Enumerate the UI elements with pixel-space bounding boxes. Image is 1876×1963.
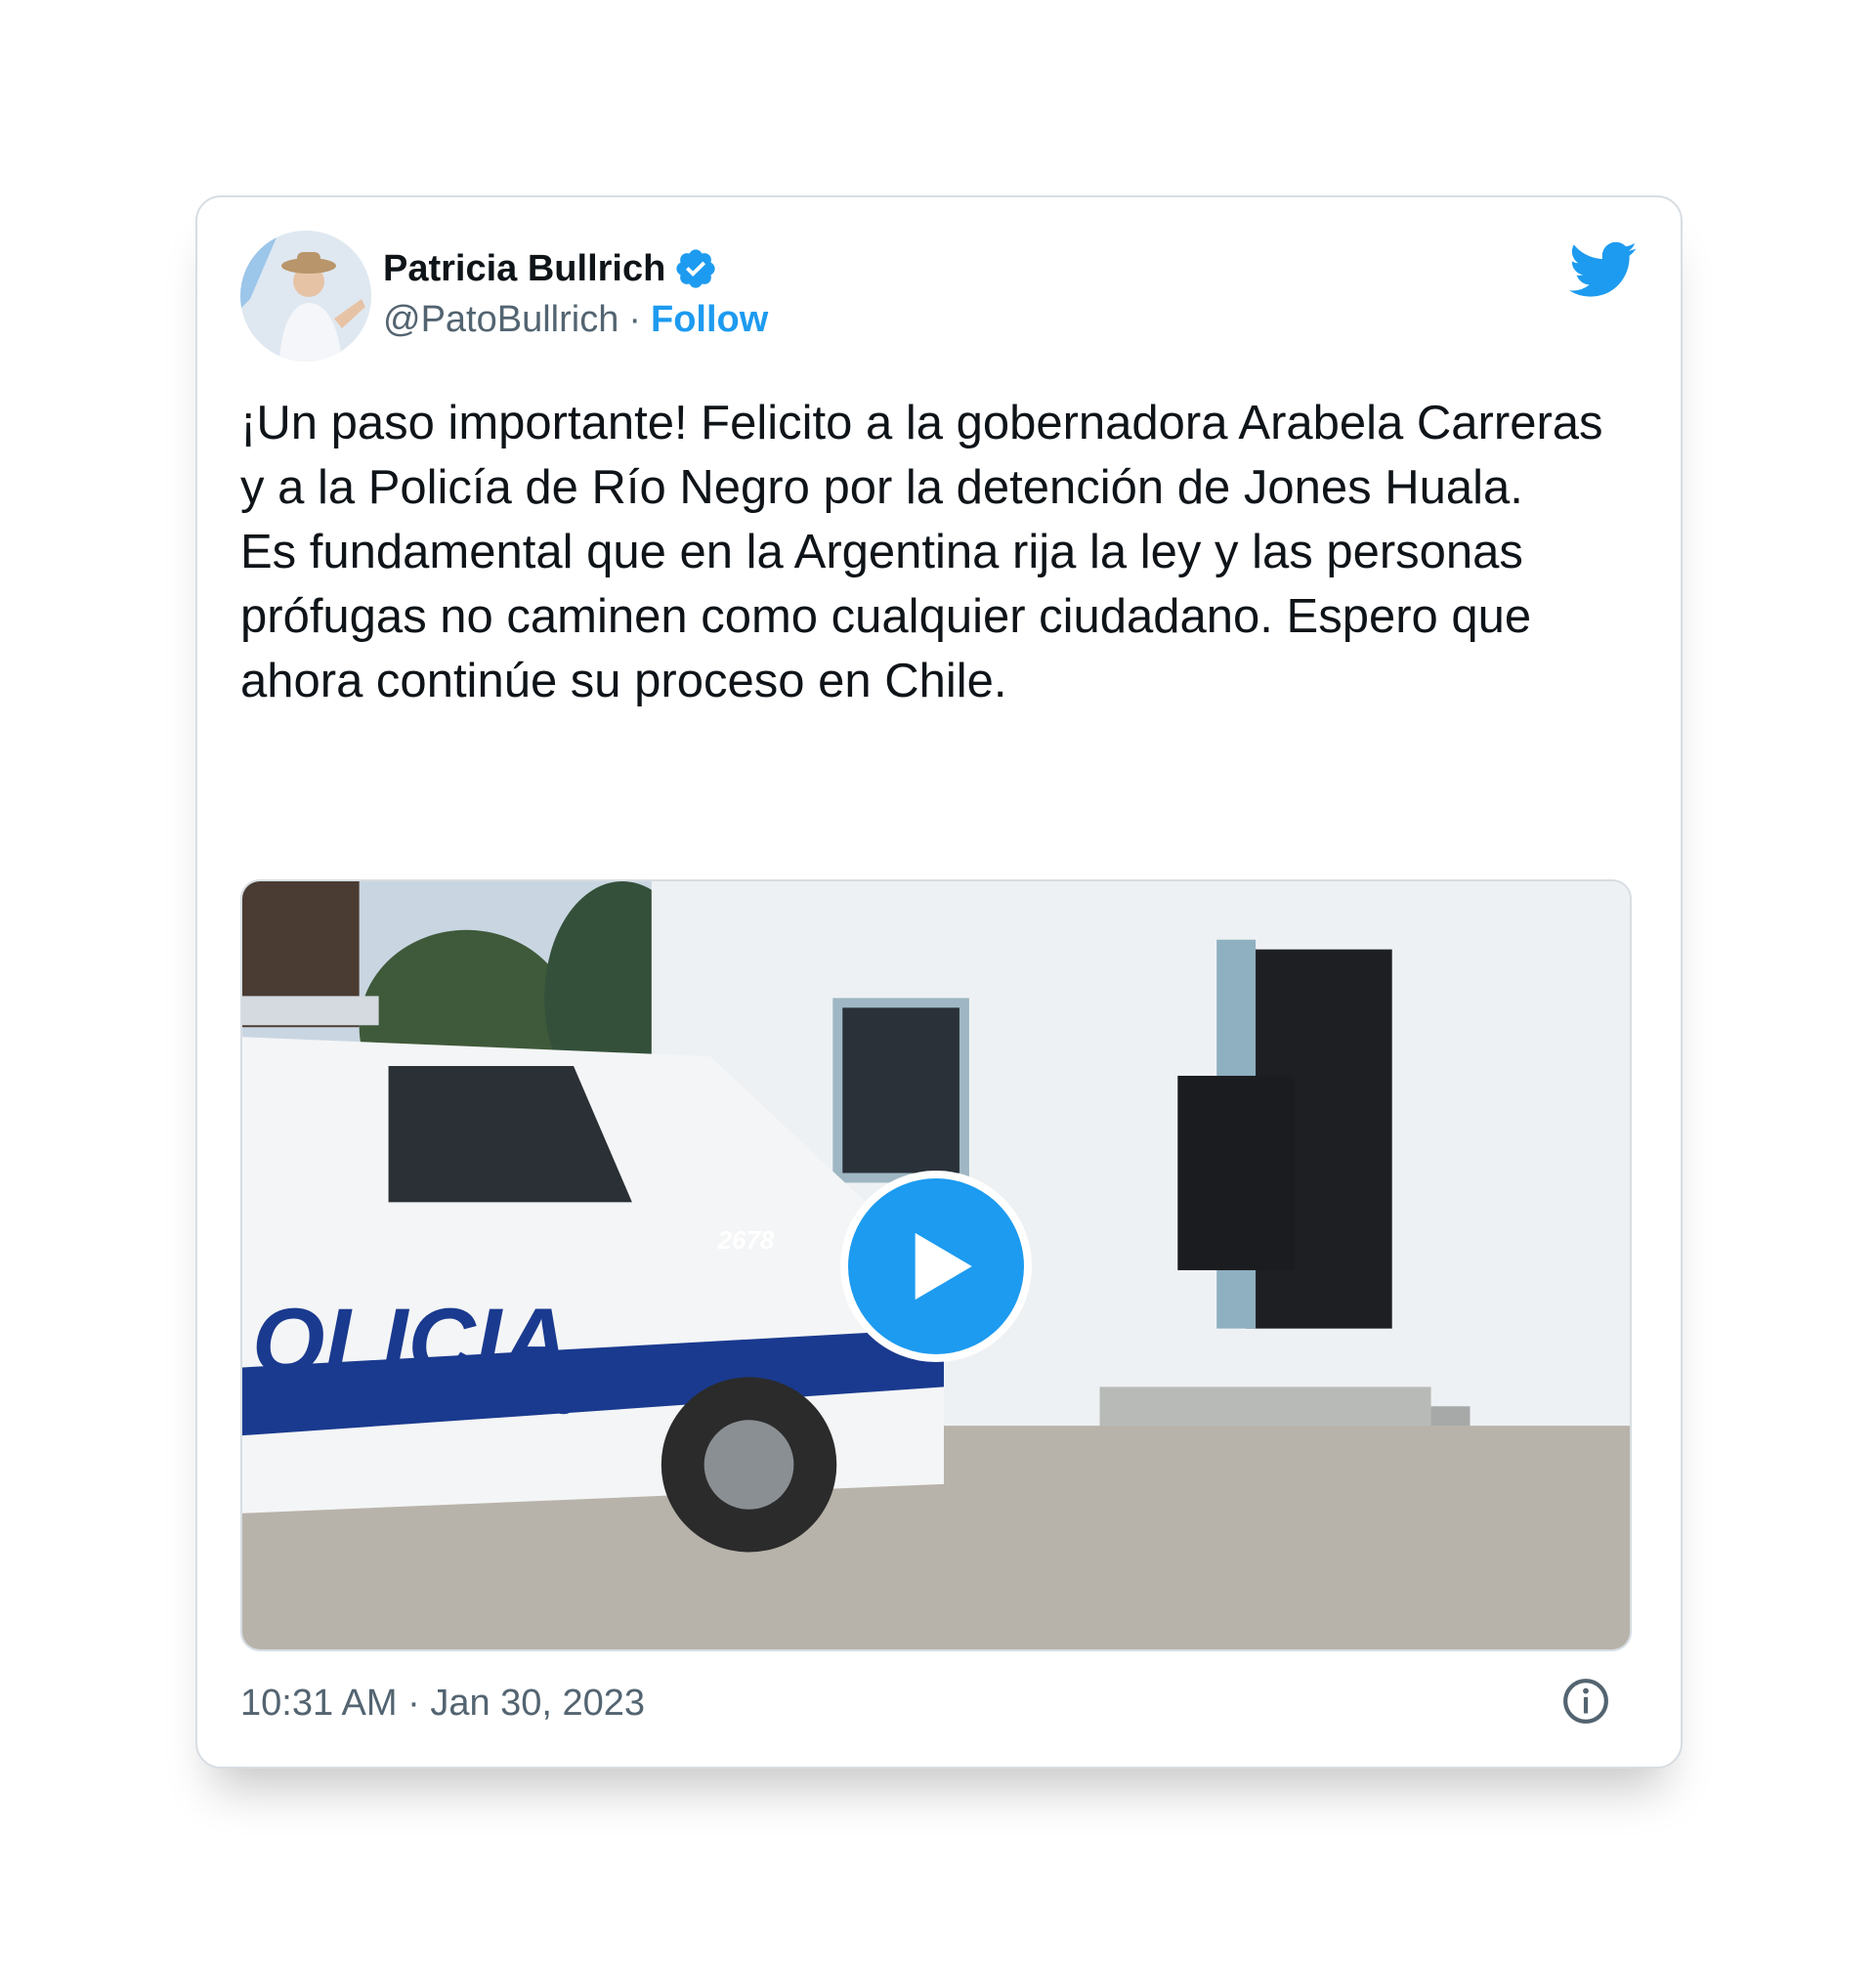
tweet-card: Patricia Bullrich @PatoBullrich · Follow…: [195, 195, 1683, 1769]
author-handle[interactable]: @PatoBullrich: [383, 299, 618, 341]
twitter-bird-icon[interactable]: [1569, 235, 1638, 303]
author-name-row: Patricia Bullrich: [383, 246, 718, 291]
verified-badge-icon: [673, 246, 718, 291]
play-button[interactable]: [840, 1171, 1032, 1362]
author-avatar[interactable]: [240, 231, 371, 362]
separator-dot: ·: [628, 299, 641, 340]
info-icon[interactable]: [1561, 1677, 1610, 1726]
tweet-timestamp[interactable]: 10:31 AM · Jan 30, 2023: [240, 1683, 645, 1725]
vehicle-number: 2678: [717, 1227, 775, 1255]
follow-button[interactable]: Follow: [651, 299, 768, 341]
video-player[interactable]: OLICIA RIO NEGRO 2678: [240, 879, 1632, 1651]
vehicle-text-secondary: RIO NEGRO: [399, 1386, 577, 1421]
tweet-paragraph: ¡Un paso importante! Felicito a la gober…: [240, 397, 1603, 514]
vehicle-text-primary: OLICIA: [252, 1290, 569, 1394]
author-handle-row: @PatoBullrich · Follow: [383, 299, 768, 341]
author-display-name[interactable]: Patricia Bullrich: [383, 248, 665, 290]
play-icon: [915, 1232, 972, 1301]
tweet-text: ¡Un paso importante! Felicito a la gober…: [240, 391, 1628, 713]
tweet-paragraph: Es fundamental que en la Argentina rija …: [240, 526, 1532, 707]
